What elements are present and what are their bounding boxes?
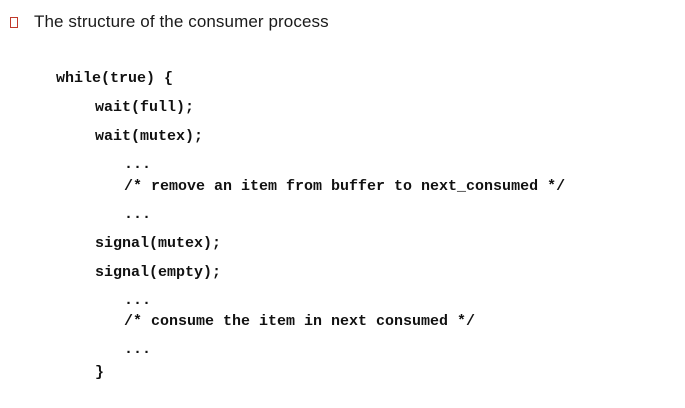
code-line-ellipsis-4: ...: [124, 341, 152, 358]
code-line-ellipsis-2: ...: [124, 206, 152, 223]
code-line-wait-mutex: wait(mutex);: [95, 128, 204, 145]
square-bullet-icon: [10, 16, 18, 28]
code-line-ellipsis-3: ...: [124, 292, 152, 309]
code-line-signal-empty: signal(empty);: [95, 264, 222, 281]
slide-heading: The structure of the consumer process: [34, 12, 329, 31]
code-line-ellipsis-1: ...: [124, 156, 152, 173]
code-line-while: while(true) {: [56, 70, 174, 87]
code-line-signal-mutex: signal(mutex);: [95, 235, 222, 252]
code-line-comment-remove: /* remove an item from buffer to next_co…: [124, 178, 566, 195]
bullet-item: The structure of the consumer process: [10, 12, 329, 32]
code-line-closing-brace: }: [95, 364, 105, 381]
slide: The structure of the consumer process wh…: [0, 0, 685, 408]
code-line-comment-consume: /* consume the item in next consumed */: [124, 313, 476, 330]
code-line-wait-full: wait(full);: [95, 99, 195, 116]
